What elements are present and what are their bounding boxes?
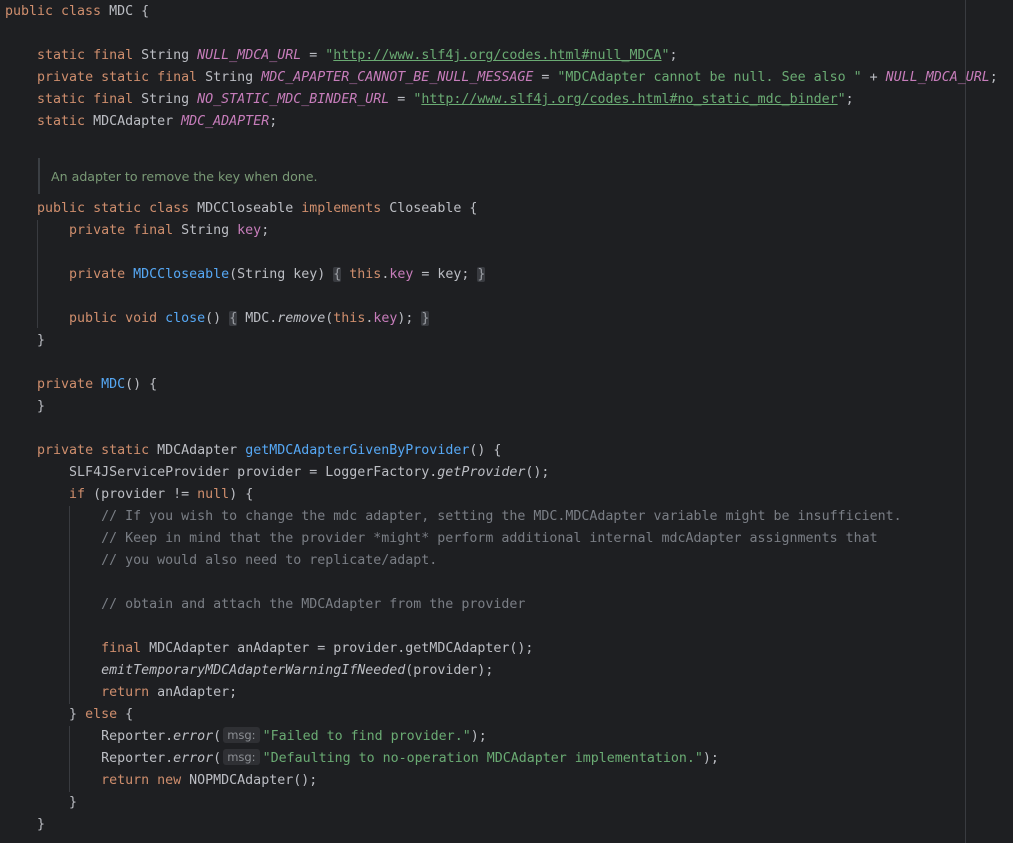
code-line-mdc-adapter-field[interactable]: static MDCAdapter MDC_ADAPTER; (5, 111, 277, 133)
code-line-comment[interactable]: // If you wish to change the mdc adapter… (5, 506, 902, 528)
code-line-closing-brace[interactable]: } (5, 814, 45, 836)
parameter-hint: msg: (223, 749, 260, 765)
fold-marker[interactable]: } (477, 267, 486, 282)
code-line-comment[interactable]: // obtain and attach the MDCAdapter from… (5, 594, 525, 616)
code-line-get-adapter[interactable]: final MDCAdapter anAdapter = provider.ge… (5, 638, 533, 660)
javadoc-bar (38, 158, 40, 194)
code-line-private-constructor[interactable]: private MDC() { (5, 374, 157, 396)
code-line-closing-brace[interactable]: } (5, 396, 45, 418)
code-line-inner-class-decl[interactable]: public static class MDCCloseable impleme… (5, 198, 477, 220)
url-link[interactable]: http://www.slf4j.org/codes.html#null_MDC… (333, 48, 661, 63)
code-line-class-declaration[interactable]: public class MDC { (5, 1, 149, 23)
code-line-adapter-null-message[interactable]: private static final String MDC_APAPTER_… (5, 67, 998, 89)
code-line-emit-warning[interactable]: emitTemporaryMDCAdapterWarningIfNeeded(p… (5, 660, 493, 682)
code-line-reporter-error[interactable]: Reporter.error(msg: "Failed to find provi… (5, 726, 487, 748)
code-line-if-statement[interactable]: if (provider != null) { (5, 484, 253, 506)
url-link[interactable]: http://www.slf4j.org/codes.html#no_stati… (421, 92, 837, 107)
code-line-comment[interactable]: // Keep in mind that the provider *might… (5, 528, 878, 550)
code-line-null-mdca-url[interactable]: static final String NULL_MDCA_URL = "htt… (5, 45, 678, 67)
code-line-return-nop[interactable]: return new NOPMDCAdapter(); (5, 770, 317, 792)
code-line-closing-brace[interactable]: } (5, 330, 45, 352)
code-line-key-field[interactable]: private final String key; (5, 220, 269, 242)
code-line-return-adapter[interactable]: return anAdapter; (5, 682, 237, 704)
code-line-method-decl[interactable]: private static MDCAdapter getMDCAdapterG… (5, 440, 501, 462)
code-line-constructor[interactable]: private MDCCloseable(String key) { this.… (5, 264, 486, 286)
fold-marker[interactable]: } (421, 311, 430, 326)
code-line-else[interactable]: } else { (5, 704, 133, 726)
parameter-hint: msg: (223, 727, 260, 743)
code-line-comment[interactable]: // you would also need to replicate/adap… (5, 550, 437, 572)
code-editor[interactable]: public class MDC { static final String N… (0, 0, 1013, 843)
fold-marker[interactable]: { (229, 311, 238, 326)
right-margin-guide (965, 0, 966, 843)
code-line-reporter-error[interactable]: Reporter.error(msg: "Defaulting to no-ope… (5, 748, 719, 770)
code-line-close-method[interactable]: public void close() { MDC.remove(this.ke… (5, 308, 430, 330)
code-line-get-provider[interactable]: SLF4JServiceProvider provider = LoggerFa… (5, 462, 549, 484)
class-name[interactable]: MDC (109, 4, 133, 19)
javadoc-text[interactable]: An adapter to remove the key when done. (51, 166, 318, 188)
code-line-closing-brace[interactable]: } (5, 792, 77, 814)
code-line-no-static-binder-url[interactable]: static final String NO_STATIC_MDC_BINDER… (5, 89, 854, 111)
